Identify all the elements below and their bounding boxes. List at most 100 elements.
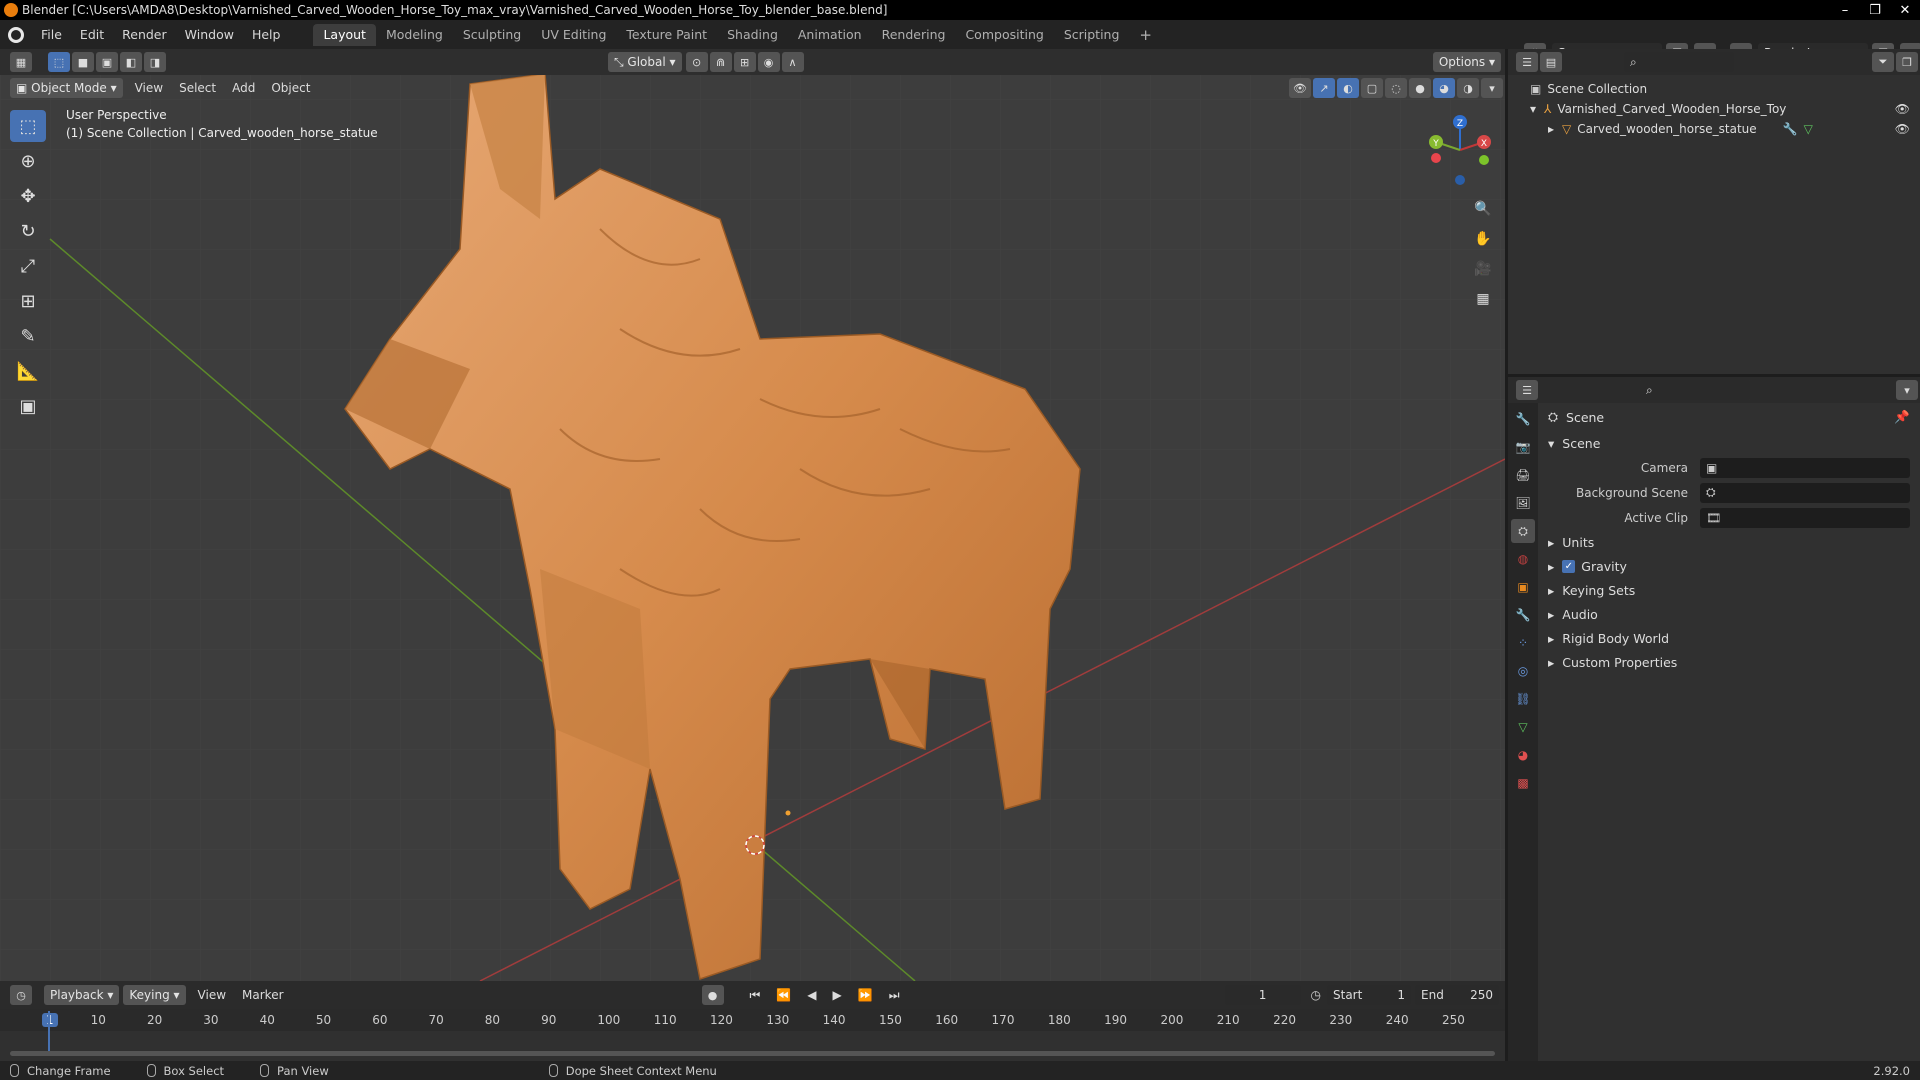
current-frame-field[interactable]: 1: [1224, 985, 1301, 1005]
annotate-tool-icon[interactable]: ✎: [10, 320, 46, 352]
properties-editor-icon[interactable]: ☰: [1516, 380, 1538, 400]
ortho-grid-icon[interactable]: ▦: [1470, 286, 1496, 312]
falloff-icon[interactable]: ∧: [781, 52, 804, 72]
xray-icon[interactable]: ▢: [1361, 78, 1383, 98]
timeline-ruler[interactable]: 1102030405060708090100110120130140150160…: [0, 1009, 1505, 1031]
properties-options-icon[interactable]: ▾: [1896, 380, 1918, 400]
panel-audio[interactable]: ▸ Audio: [1540, 602, 1920, 626]
outliner-search-input[interactable]: ⌕: [1624, 52, 1734, 72]
close-icon[interactable]: ✕: [1890, 0, 1920, 20]
modifier-tab-icon[interactable]: 🔧: [1511, 603, 1535, 627]
timeline-view-menu[interactable]: View: [190, 988, 234, 1002]
timeline-marker-menu[interactable]: Marker: [234, 988, 291, 1002]
3d-viewport[interactable]: [0, 49, 1505, 981]
options-button[interactable]: Options ▾: [1432, 52, 1501, 72]
gizmo-toggle-icon[interactable]: ↗: [1313, 78, 1335, 98]
preview-range-icon[interactable]: ◷: [1311, 988, 1321, 1002]
scene-tab-icon[interactable]: ⛭: [1511, 519, 1535, 543]
keying-menu[interactable]: Keying ▾: [123, 985, 186, 1005]
rendered-shading-icon[interactable]: ◑: [1457, 78, 1479, 98]
properties-search-input[interactable]: ⌕: [1640, 380, 1750, 400]
collapse-arrow-icon[interactable]: ▸: [1548, 122, 1554, 136]
rotate-tool-icon[interactable]: ↻: [10, 215, 46, 247]
cursor-tool-icon[interactable]: ⊕: [10, 145, 46, 177]
tab-modeling[interactable]: Modeling: [376, 24, 453, 46]
tab-uv-editing[interactable]: UV Editing: [531, 24, 616, 46]
outliner-editor-icon[interactable]: ☰: [1516, 52, 1538, 72]
render-tab-icon[interactable]: 📷: [1511, 435, 1535, 459]
outliner-row-object[interactable]: ▸ ▽ Carved_wooden_horse_statue 🔧 ▽ 👁: [1508, 119, 1920, 139]
texture-tab-icon[interactable]: ▩: [1511, 771, 1535, 795]
snap-icon[interactable]: ⋒: [709, 52, 732, 72]
end-frame-field[interactable]: End 250: [1415, 985, 1499, 1005]
viewport-menu-select[interactable]: Select: [171, 81, 224, 95]
jump-keyframe-forward-icon[interactable]: ⏩: [850, 988, 881, 1002]
timeline-editor-icon[interactable]: ◷: [10, 985, 32, 1005]
viewport-menu-add[interactable]: Add: [224, 81, 263, 95]
output-tab-icon[interactable]: 🖨: [1511, 463, 1535, 487]
viewport-menu-view[interactable]: View: [127, 81, 171, 95]
world-tab-icon[interactable]: ◍: [1511, 547, 1535, 571]
panel-custom-properties[interactable]: ▸ Custom Properties: [1540, 650, 1920, 674]
outliner-row-scene-collection[interactable]: ▣ Scene Collection: [1508, 79, 1920, 99]
panel-scene[interactable]: ▾ Scene: [1540, 431, 1920, 455]
jump-end-icon[interactable]: ⏭: [881, 988, 908, 1003]
camera-view-icon[interactable]: 🎥: [1470, 256, 1496, 282]
minimize-icon[interactable]: –: [1830, 0, 1860, 20]
add-workspace-icon[interactable]: +: [1129, 24, 1162, 46]
select-new-icon[interactable]: ■: [72, 52, 94, 72]
play-icon[interactable]: ▶: [825, 988, 850, 1002]
snap-target-icon[interactable]: ⊞: [733, 52, 756, 72]
jump-start-icon[interactable]: ⏮: [742, 988, 769, 1003]
move-tool-icon[interactable]: ✥: [10, 180, 46, 212]
viewport-menu-object[interactable]: Object: [263, 81, 318, 95]
outliner-row-collection[interactable]: ▾ ⅄ Varnished_Carved_Wooden_Horse_Toy 👁: [1508, 99, 1920, 119]
start-frame-field[interactable]: Start 1: [1327, 985, 1411, 1005]
panel-units[interactable]: ▸ Units: [1540, 530, 1920, 554]
tab-animation[interactable]: Animation: [788, 24, 872, 46]
panel-keying-sets[interactable]: ▸ Keying Sets: [1540, 578, 1920, 602]
tab-layout[interactable]: Layout: [313, 23, 376, 46]
menu-render[interactable]: Render: [113, 20, 176, 49]
particles-tab-icon[interactable]: ⁘: [1511, 631, 1535, 655]
mode-dropdown[interactable]: ▣ Object Mode ▾: [10, 78, 123, 98]
pan-hand-icon[interactable]: ✋: [1470, 226, 1496, 252]
panel-gravity[interactable]: ▸ ✓ Gravity: [1540, 554, 1920, 578]
navigation-gizmo[interactable]: Z X Y: [1420, 110, 1500, 190]
orientation-dropdown[interactable]: ⤡ Global ▾: [608, 52, 682, 72]
select-box-tool-icon[interactable]: ⬚: [10, 110, 46, 142]
gravity-checkbox[interactable]: ✓: [1562, 559, 1576, 573]
record-icon[interactable]: ●: [701, 985, 724, 1005]
select-extend-icon[interactable]: ▣: [96, 52, 118, 72]
display-mode-icon[interactable]: ▤: [1540, 52, 1562, 72]
expand-arrow-icon[interactable]: ▾: [1530, 102, 1536, 116]
data-tab-icon[interactable]: ▽: [1511, 715, 1535, 739]
tab-texture-paint[interactable]: Texture Paint: [616, 24, 717, 46]
pin-icon[interactable]: 📌: [1894, 409, 1910, 425]
menu-file[interactable]: File: [32, 20, 71, 49]
eye-icon[interactable]: 👁: [1895, 102, 1910, 116]
proportional-edit-icon[interactable]: ◉: [757, 52, 780, 72]
tab-shading[interactable]: Shading: [717, 24, 788, 46]
pivot-icon[interactable]: ⊙: [685, 52, 708, 72]
playback-menu[interactable]: Playback ▾: [44, 985, 120, 1005]
object-tab-icon[interactable]: ▣: [1511, 575, 1535, 599]
timeline-scrollbar[interactable]: [10, 1051, 1495, 1056]
maximize-icon[interactable]: ❐: [1860, 0, 1890, 20]
new-collection-icon[interactable]: ❐: [1896, 52, 1918, 72]
select-subtract-icon[interactable]: ◧: [120, 52, 142, 72]
shading-options-icon[interactable]: ▾: [1481, 78, 1503, 98]
play-reverse-icon[interactable]: ◀: [799, 988, 824, 1002]
view-layer-tab-icon[interactable]: 🖼: [1511, 491, 1535, 515]
zoom-icon[interactable]: 🔍: [1470, 196, 1496, 222]
editor-type-icon[interactable]: ▦: [10, 52, 32, 72]
select-intersect-icon[interactable]: ◨: [144, 52, 166, 72]
tool-tab-icon[interactable]: 🔧: [1511, 407, 1535, 431]
camera-field[interactable]: ▣: [1700, 457, 1910, 478]
tab-compositing[interactable]: Compositing: [955, 24, 1053, 46]
scale-tool-icon[interactable]: ⤢: [10, 250, 46, 282]
visibility-icon[interactable]: 👁: [1289, 78, 1311, 98]
overlay-toggle-icon[interactable]: ◐: [1337, 78, 1359, 98]
menu-help[interactable]: Help: [243, 20, 290, 49]
panel-rigid-body-world[interactable]: ▸ Rigid Body World: [1540, 626, 1920, 650]
